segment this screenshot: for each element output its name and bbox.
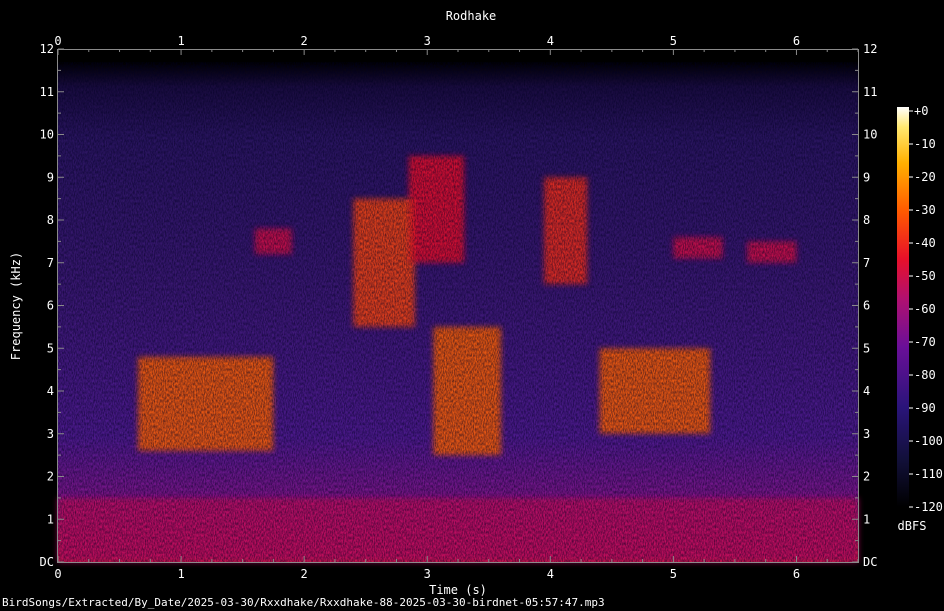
x-tick-label-bottom: 3	[424, 567, 431, 581]
x-tick-label-top: 5	[670, 34, 677, 48]
y-tick-label-left: 7	[47, 256, 54, 270]
y-tick-label-right: 1	[863, 512, 870, 526]
spectrogram-noise	[58, 62, 858, 562]
colorbar-tick-label: -120	[914, 500, 943, 514]
x-tick-label-top: 0	[54, 34, 61, 48]
y-tick-label-right: 12	[863, 42, 877, 56]
y-tick-label-left: 9	[47, 170, 54, 184]
y-tick-label-left: 11	[40, 85, 54, 99]
colorbar-tick-label: -50	[914, 269, 936, 283]
x-tick-label-top: 4	[547, 34, 554, 48]
x-tick-label-bottom: 1	[177, 567, 184, 581]
y-tick-label-right: 4	[863, 384, 870, 398]
colorbar-ticks: +0 -10 -20 -30 -40 -50 -60 -70 -80 -90 -100 -110 -12…	[909, 104, 943, 514]
y-tick-label-left: 6	[47, 299, 54, 313]
colorbar-tick-label: -100	[914, 434, 943, 448]
y-tick-label-left: 1	[47, 512, 54, 526]
y-axis-label: Frequency (kHz)	[9, 252, 23, 360]
colorbar-tick-label: -90	[914, 401, 936, 415]
y-tick-label-left: DC	[40, 555, 54, 569]
y-tick-label-left: 10	[40, 128, 54, 142]
y-tick-label-left: 3	[47, 427, 54, 441]
y-tick-label-right: 9	[863, 170, 870, 184]
y-tick-label-left: 5	[47, 341, 54, 355]
colorbar-tick-label: -70	[914, 335, 936, 349]
y-tick-label-left: 8	[47, 213, 54, 227]
y-tick-label-right: 10	[863, 128, 877, 142]
y-tick-label-right: 11	[863, 85, 877, 99]
spectrogram-chart: 00112233445566DC DC1 12 23 34 45 56 67 78 89 910 10…	[9, 9, 943, 597]
x-tick-label-bottom: 6	[793, 567, 800, 581]
x-tick-label-bottom: 2	[301, 567, 308, 581]
colorbar-tick-label: -110	[914, 467, 943, 481]
x-tick-label-top: 2	[301, 34, 308, 48]
y-tick-label-right: DC	[863, 555, 877, 569]
chart-title: Rodhake	[446, 9, 497, 23]
x-tick-label-top: 3	[424, 34, 431, 48]
y-tick-label-right: 8	[863, 213, 870, 227]
colorbar-tick-label: -80	[914, 368, 936, 382]
x-axis-label: Time (s)	[429, 583, 487, 597]
colorbar-tick-label: -30	[914, 203, 936, 217]
x-tick-label-top: 1	[177, 34, 184, 48]
colorbar-tick-label: +0	[914, 104, 928, 118]
y-tick-label-right: 2	[863, 470, 870, 484]
x-tick-label-bottom: 4	[547, 567, 554, 581]
colorbar-label: dBFS	[898, 519, 927, 533]
y-tick-label-right: 5	[863, 341, 870, 355]
colorbar-tick-label: -60	[914, 302, 936, 316]
colorbar-tick-label: -20	[914, 170, 936, 184]
y-tick-label-right: 3	[863, 427, 870, 441]
y-tick-label-right: 7	[863, 256, 870, 270]
file-path: BirdSongs/Extracted/By_Date/2025-03-30/R…	[2, 596, 605, 609]
colorbar	[897, 107, 909, 507]
x-tick-label-top: 6	[793, 34, 800, 48]
x-tick-label-bottom: 5	[670, 567, 677, 581]
colorbar-tick-label: -40	[914, 236, 936, 250]
y-tick-label-left: 2	[47, 470, 54, 484]
y-tick-label-left: 12	[40, 42, 54, 56]
y-tick-label-left: 4	[47, 384, 54, 398]
y-tick-label-right: 6	[863, 299, 870, 313]
x-tick-label-bottom: 0	[54, 567, 61, 581]
colorbar-tick-label: -10	[914, 137, 936, 151]
